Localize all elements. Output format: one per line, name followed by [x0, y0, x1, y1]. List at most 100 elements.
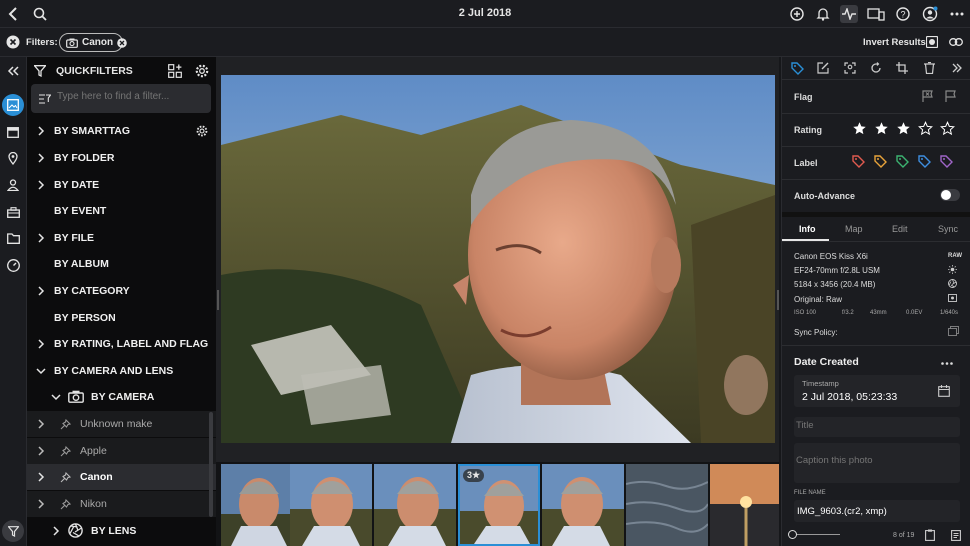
star-filled-icon[interactable] — [896, 121, 911, 136]
crop-icon[interactable] — [893, 59, 911, 77]
face-detect-icon[interactable] — [841, 59, 859, 77]
label-tag-icon[interactable] — [940, 155, 953, 168]
location-icon[interactable] — [4, 149, 22, 167]
folder-icon[interactable] — [4, 229, 22, 247]
caption-field[interactable] — [794, 443, 960, 483]
tab-info[interactable]: Info — [799, 224, 816, 234]
star-filled-icon[interactable] — [874, 121, 889, 136]
calendar-icon[interactable] — [4, 123, 22, 141]
label-tag-icon[interactable] — [874, 155, 887, 168]
auto-advance-toggle[interactable] — [940, 189, 960, 201]
search-icon[interactable] — [31, 5, 49, 23]
filter-by-file[interactable]: BY FILE — [27, 225, 216, 251]
chevron-right-icon — [38, 126, 45, 136]
remove-chip-icon[interactable] — [117, 37, 127, 48]
filmstrip-thumb[interactable] — [542, 464, 624, 546]
filter-make-unknown[interactable]: Unknown make — [27, 411, 216, 437]
label-tag-icon[interactable] — [918, 155, 931, 168]
divider — [782, 113, 970, 114]
filter-by-camera-and-lens[interactable]: BY CAMERA AND LENS — [27, 358, 216, 384]
filter-search-field[interactable] — [31, 84, 211, 113]
date-created-heading: Date Created — [794, 356, 859, 368]
filter-by-camera[interactable]: BY CAMERA — [27, 384, 216, 410]
left-resize-handle[interactable] — [217, 290, 219, 310]
collapse-icon[interactable] — [4, 62, 22, 80]
tag-icon[interactable] — [788, 59, 806, 77]
main-photo[interactable] — [221, 75, 775, 443]
filter-make-apple[interactable]: Apple — [27, 438, 216, 464]
filter-chip-canon[interactable]: Canon — [59, 33, 127, 52]
bell-icon[interactable] — [814, 5, 832, 23]
filter-by-lens[interactable]: BY LENS — [27, 518, 216, 544]
title-input[interactable] — [796, 420, 956, 431]
star-rating[interactable] — [852, 121, 962, 137]
clear-filters-icon[interactable] — [4, 33, 22, 51]
account-icon[interactable] — [921, 5, 939, 23]
dashboard-icon[interactable] — [4, 256, 22, 274]
filter-by-date[interactable]: BY DATE — [27, 172, 216, 198]
trash-icon[interactable] — [920, 59, 938, 77]
rotate-icon[interactable] — [867, 59, 885, 77]
back-icon[interactable] — [4, 5, 22, 23]
filmstrip-thumb[interactable] — [374, 464, 456, 546]
section-gap — [782, 212, 970, 217]
activity-icon[interactable] — [840, 5, 858, 23]
star-empty-icon[interactable] — [940, 121, 955, 136]
filter-by-album[interactable]: BY ALBUM — [27, 251, 216, 277]
filter-by-event[interactable]: BY EVENT — [27, 198, 216, 224]
exif-iso: ISO 100 — [794, 310, 817, 316]
timestamp-field[interactable]: Timestamp 2 Jul 2018, 05:23:33 — [794, 375, 960, 407]
slider-thumb[interactable] — [788, 530, 797, 539]
label-tag-icon[interactable] — [852, 155, 865, 168]
filename-field[interactable]: IMG_9603.(cr2, xmp) — [794, 500, 960, 522]
smarttag-settings-icon[interactable] — [193, 122, 211, 140]
more-icon[interactable] — [948, 5, 966, 23]
calendar-icon[interactable] — [935, 382, 953, 400]
filter-icon[interactable] — [2, 520, 24, 542]
add-icon[interactable] — [788, 5, 806, 23]
filter-make-canon[interactable]: Canon — [27, 464, 216, 490]
sync-policy-icon[interactable] — [946, 325, 960, 337]
tab-edit[interactable]: Edit — [892, 224, 908, 234]
star-filled-icon[interactable] — [852, 121, 867, 136]
reject-flag-icon[interactable] — [919, 87, 937, 105]
filter-by-category[interactable]: BY CATEGORY — [27, 278, 216, 304]
caption-input[interactable] — [796, 455, 956, 466]
panel-scrollbar[interactable] — [209, 412, 213, 517]
filter-by-smarttag[interactable]: BY SMARTTAG — [27, 118, 216, 144]
add-filter-icon[interactable] — [166, 62, 184, 80]
filmstrip-thumb-selected[interactable]: 3★ — [458, 464, 540, 546]
divider — [782, 79, 970, 80]
title-field[interactable] — [794, 417, 960, 437]
zoom-slider[interactable] — [788, 530, 840, 540]
filter-by-folder[interactable]: BY FOLDER — [27, 145, 216, 171]
filmstrip-thumb[interactable] — [626, 464, 708, 546]
tab-sync[interactable]: Sync — [938, 224, 958, 234]
star-empty-icon[interactable] — [918, 121, 933, 136]
settings-gear-icon[interactable] — [193, 62, 211, 80]
photos-icon[interactable] — [2, 94, 24, 116]
filter-search-input[interactable] — [57, 91, 205, 102]
person-icon[interactable] — [4, 176, 22, 194]
clipboard-icon[interactable] — [923, 528, 937, 542]
expand-panel-icon[interactable] — [948, 59, 966, 77]
label-tag-icon[interactable] — [896, 155, 909, 168]
tab-map[interactable]: Map — [845, 224, 863, 234]
help-icon[interactable]: ? — [894, 5, 912, 23]
more-options-icon[interactable] — [938, 354, 956, 372]
filter-make-nikon[interactable]: Nikon — [27, 491, 216, 517]
pick-flag-icon[interactable] — [942, 87, 960, 105]
filter-by-person[interactable]: BY PERSON — [27, 305, 216, 331]
filmstrip-thumb[interactable] — [290, 464, 372, 546]
color-labels[interactable] — [852, 154, 962, 170]
filter-by-rating-label-flag[interactable]: BY RATING, LABEL AND FLAG — [27, 331, 216, 357]
invert-results-label[interactable]: Invert Results — [863, 37, 926, 48]
filmstrip-thumb[interactable] — [710, 464, 779, 546]
link-icon[interactable] — [947, 33, 965, 51]
edit-icon[interactable] — [814, 59, 832, 77]
invert-icon[interactable] — [923, 33, 941, 51]
right-resize-handle[interactable] — [777, 290, 779, 310]
briefcase-icon[interactable] — [4, 203, 22, 221]
devices-icon[interactable] — [867, 5, 885, 23]
notes-icon[interactable] — [949, 528, 963, 542]
